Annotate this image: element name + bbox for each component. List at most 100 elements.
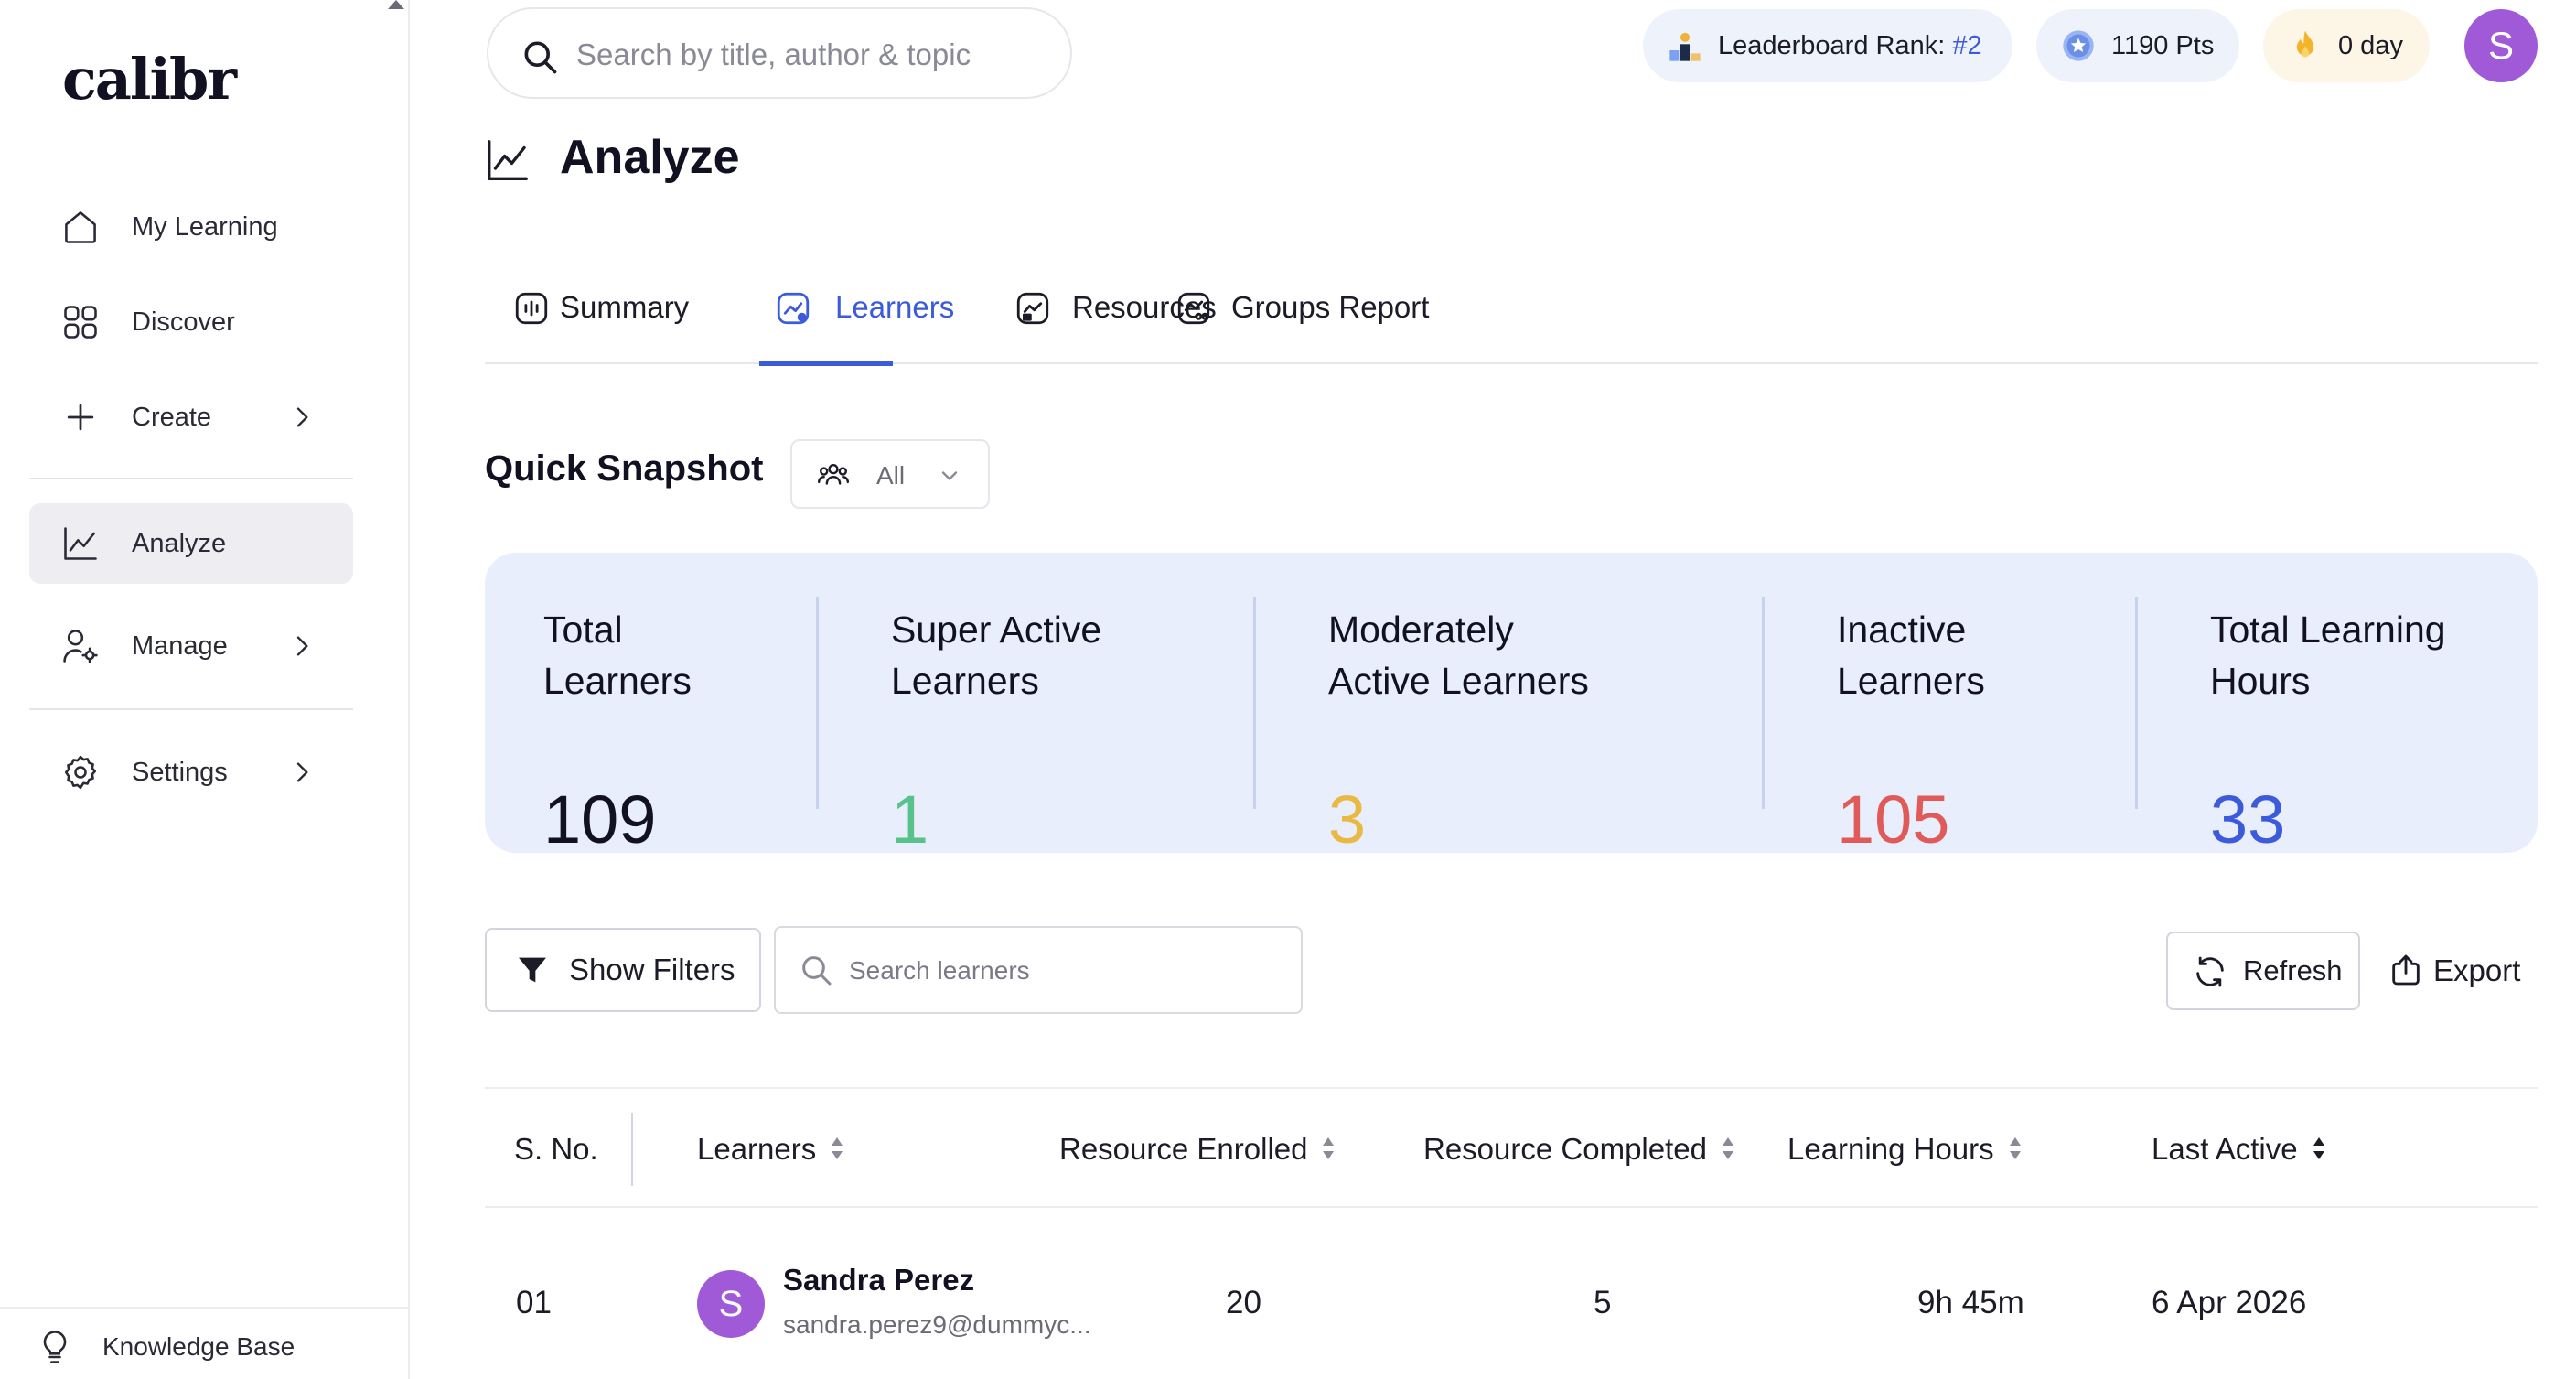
stat-label: Total — [543, 609, 623, 651]
column-header-resource-enrolled[interactable]: Resource Enrolled — [1059, 1089, 1336, 1210]
filter-icon — [519, 957, 546, 983]
resources-chart-icon — [1016, 292, 1049, 325]
stat-label: Moderately — [1328, 609, 1514, 651]
points-badge[interactable]: 1190 Pts — [2036, 9, 2239, 82]
tab-resources[interactable]: Resources — [1010, 265, 1217, 364]
column-header-learning-hours[interactable]: Learning Hours — [1787, 1089, 2023, 1210]
chart-line-icon — [64, 527, 97, 560]
stat-value: 1 — [891, 781, 929, 857]
sidebar: calibr My Learning Discover Create Analy… — [0, 0, 410, 1379]
points-value: 1190 Pts — [2111, 31, 2215, 60]
sidebar-divider — [29, 708, 353, 710]
stat-label: Total Learning — [2210, 609, 2446, 651]
chevron-right-icon — [296, 407, 308, 427]
sidebar-item-discover[interactable]: Discover — [29, 282, 353, 362]
sort-icon — [2009, 1137, 2021, 1160]
show-filters-button[interactable]: Show Filters — [485, 928, 761, 1012]
group-icon — [817, 464, 850, 485]
sidebar-divider — [29, 478, 353, 479]
export-icon — [2392, 954, 2420, 986]
sidebar-item-label: Create — [132, 403, 212, 432]
sidebar-item-analyze[interactable]: Analyze — [29, 503, 353, 584]
stat-moderately-active-learners: Moderately Active Learners 3 — [1328, 604, 1589, 857]
leaderboard-rank-text: Leaderboard Rank: #2 — [1718, 31, 1982, 60]
groups-chart-icon — [1177, 292, 1210, 325]
knowledge-base-label: Knowledge Base — [102, 1332, 295, 1361]
stat-divider — [1762, 597, 1765, 809]
stat-label: Hours — [2210, 660, 2311, 702]
lightbulb-icon — [43, 1331, 67, 1363]
streak-value: 0 day — [2338, 31, 2403, 60]
stat-total-learners: Total Learners 109 — [543, 604, 692, 857]
tab-label: Learners — [835, 290, 955, 324]
refresh-label: Refresh — [2243, 954, 2343, 986]
stat-label: Super Active — [891, 609, 1102, 651]
export-button[interactable]: Export — [2388, 932, 2538, 1010]
learner-email: sandra.perez9@dummyc... — [783, 1310, 1091, 1339]
sidebar-item-settings[interactable]: Settings — [29, 732, 353, 813]
learner-search[interactable] — [774, 926, 1303, 1014]
search-icon — [802, 956, 832, 986]
snapshot-group-select[interactable]: All — [790, 439, 990, 509]
calibr-logo[interactable]: calibr — [62, 46, 237, 113]
learners-table-header: S. No. Learners Resource Enrolled Resour… — [485, 1087, 2538, 1208]
chevron-right-icon — [296, 762, 308, 782]
learner-avatar: S — [697, 1270, 765, 1338]
leaderboard-rank-badge[interactable]: Leaderboard Rank: #2 — [1643, 9, 2012, 82]
stat-label: Learners — [891, 660, 1039, 702]
sidebar-item-label: Settings — [132, 758, 228, 787]
page-title: Analyze — [560, 131, 740, 184]
column-divider — [631, 1113, 633, 1186]
streak-badge[interactable]: 0 day — [2263, 9, 2430, 82]
user-gear-icon — [63, 630, 98, 663]
user-avatar[interactable]: S — [2464, 9, 2538, 82]
scrollbar-arrow[interactable] — [388, 0, 404, 9]
flame-icon — [2296, 30, 2314, 58]
stat-value: 33 — [2210, 781, 2286, 857]
cell-resource-enrolled: 20 — [1226, 1285, 1261, 1320]
knowledge-base-link[interactable]: Knowledge Base — [0, 1307, 408, 1379]
chevron-down-icon — [941, 471, 958, 480]
column-header-last-active[interactable]: Last Active — [2152, 1089, 2327, 1210]
sort-icon — [832, 1137, 843, 1160]
sidebar-item-create[interactable]: Create — [29, 377, 353, 458]
summary-icon — [515, 292, 548, 325]
chevron-right-icon — [296, 636, 308, 656]
sidebar-item-label: Analyze — [132, 529, 227, 558]
sidebar-item-my-learning[interactable]: My Learning — [29, 187, 353, 267]
snapshot-group-value: All — [876, 461, 906, 490]
stat-label: Inactive — [1837, 609, 1967, 651]
gear-icon — [64, 755, 97, 790]
tab-label: Summary — [560, 290, 690, 324]
global-search-input[interactable] — [576, 29, 1052, 81]
sort-icon — [1723, 1137, 1733, 1160]
sort-icon — [1323, 1137, 1335, 1160]
sidebar-item-manage[interactable]: Manage — [29, 606, 353, 686]
stat-super-active-learners: Super Active Learners 1 — [891, 604, 1102, 857]
column-header-learners[interactable]: Learners — [697, 1089, 845, 1210]
table-row[interactable]: 01 S Sandra Perez sandra.perez9@dummyc..… — [485, 1226, 2538, 1379]
learners-chart-icon — [777, 292, 810, 325]
sort-icon — [2313, 1137, 2324, 1160]
tab-learners[interactable]: Learners — [759, 265, 954, 366]
analytics-icon — [488, 140, 528, 180]
podium-icon — [1669, 32, 1701, 61]
stat-divider — [816, 597, 819, 809]
tab-groups-report[interactable]: Groups Report — [1171, 265, 1429, 364]
sidebar-item-label: My Learning — [132, 212, 278, 242]
cell-resource-completed: 5 — [1594, 1285, 1612, 1320]
analyze-tabs: Summary Learners Resources Groups Report — [485, 265, 2538, 366]
quick-snapshot-title: Quick Snapshot — [485, 448, 764, 489]
star-badge-icon — [2063, 30, 2094, 61]
sidebar-item-label: Discover — [132, 307, 235, 337]
column-header-resource-completed[interactable]: Resource Completed — [1423, 1089, 1736, 1210]
global-search[interactable] — [487, 7, 1072, 99]
refresh-button[interactable]: Refresh — [2166, 932, 2360, 1010]
home-icon — [65, 211, 96, 243]
learner-name[interactable]: Sandra Perez — [783, 1263, 974, 1298]
column-header-sno: S. No. — [514, 1132, 598, 1166]
stat-divider — [2135, 597, 2138, 809]
tab-summary[interactable]: Summary — [485, 265, 689, 364]
stat-label: Learners — [1837, 660, 1985, 702]
learner-search-input[interactable] — [849, 946, 1288, 996]
